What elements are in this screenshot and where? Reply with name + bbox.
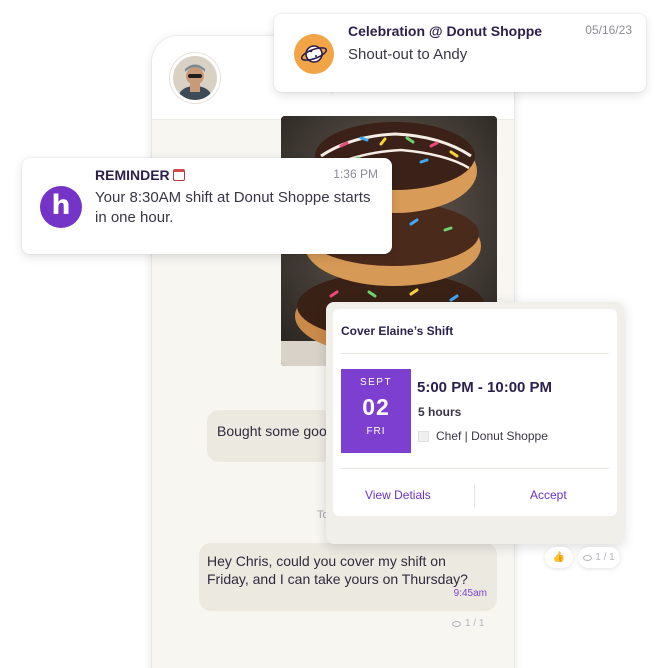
seen-indicator: 1 / 1 [578, 547, 620, 568]
notification-title: REMINDER [95, 167, 185, 183]
seen-count: 1 / 1 [595, 552, 615, 563]
thumbs-up-icon: 👍 [552, 552, 566, 563]
eye-icon [583, 554, 593, 561]
cover-shift-panel: Cover Elaine’s Shift SEPT 02 FRI 5:00 PM… [333, 309, 617, 516]
shift-date-badge: SEPT 02 FRI [341, 369, 411, 453]
divider [341, 468, 609, 469]
shift-duration: 5 hours [418, 405, 462, 419]
message-timestamp: 9:45am [453, 588, 487, 599]
reminder-notification[interactable]: h REMINDER 1:36 PM Your 8:30AM shift at … [22, 158, 392, 254]
role-color-icon [418, 430, 429, 442]
shift-weekday: FRI [366, 426, 386, 437]
accept-button[interactable]: Accept [530, 488, 567, 502]
reaction-thumbs-up[interactable]: 👍 [545, 547, 573, 568]
eye-icon [452, 620, 461, 627]
chat-message-bubble[interactable]: Hey Chris, could you cover my shift on F… [199, 543, 497, 611]
shift-month: SEPT [359, 377, 393, 388]
read-receipt: 1 / 1 [452, 618, 484, 629]
cover-shift-title: Cover Elaine’s Shift [341, 324, 454, 338]
shift-role: Chef | Donut Shoppe [418, 429, 548, 443]
seen-count: 1 / 1 [465, 618, 485, 629]
notification-date: 05/16/23 [585, 23, 632, 37]
button-separator [474, 485, 475, 507]
planet-icon [294, 34, 334, 74]
shift-day: 02 [362, 394, 390, 420]
notification-body: Shout-out to Andy [348, 46, 468, 63]
cover-shift-card: Cover Elaine’s Shift SEPT 02 FRI 5:00 PM… [326, 302, 624, 544]
homebase-logo-icon: h [40, 186, 82, 228]
celebration-notification[interactable]: Celebration @ Donut Shoppe 05/16/23 Shou… [274, 14, 646, 92]
avatar[interactable] [170, 53, 220, 103]
avatar-photo [173, 56, 217, 100]
notification-title-text: REMINDER [95, 167, 170, 183]
calendar-icon [172, 169, 185, 181]
notification-body: Your 8:30AM shift at Donut Shoppe starts… [95, 189, 371, 226]
chat-message-text: Hey Chris, could you cover my shift on F… [207, 553, 468, 587]
view-details-button[interactable]: View Detials [365, 488, 431, 502]
shift-time-range: 5:00 PM - 10:00 PM [417, 379, 553, 396]
notification-title: Celebration @ Donut Shoppe [348, 23, 543, 39]
shift-role-text: Chef | Donut Shoppe [436, 429, 548, 443]
divider [341, 353, 609, 354]
notification-time: 1:36 PM [333, 167, 378, 181]
